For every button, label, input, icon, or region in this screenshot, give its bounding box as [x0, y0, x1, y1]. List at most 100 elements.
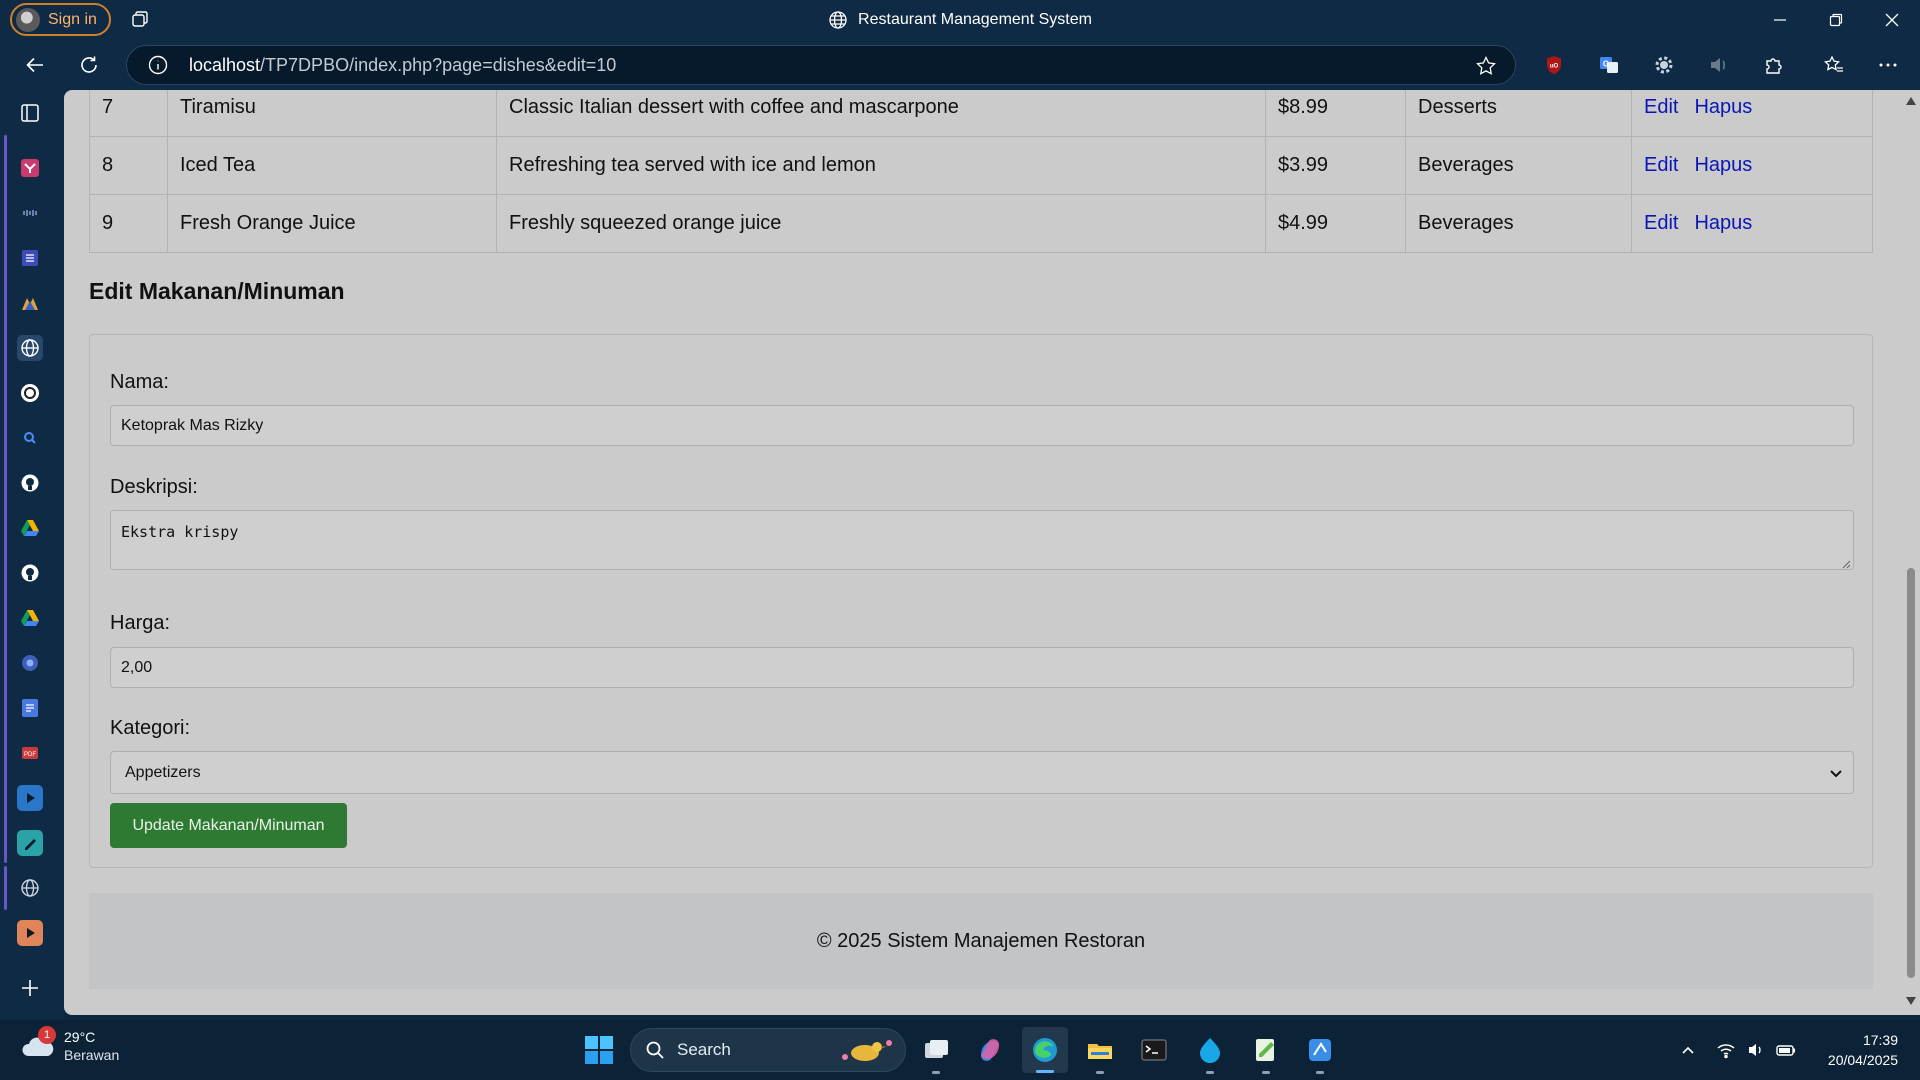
- sidebar-add-button[interactable]: [17, 975, 43, 1001]
- category-selected-value: Appetizers: [125, 763, 201, 781]
- read-aloud-extension-button[interactable]: [1707, 53, 1731, 77]
- sidebar-item-drive[interactable]: [17, 515, 43, 541]
- sidebar-item-chatgpt[interactable]: [17, 380, 43, 406]
- chevron-up-icon[interactable]: [1678, 1040, 1698, 1060]
- name-input[interactable]: [110, 405, 1854, 446]
- svg-text:G: G: [1603, 60, 1609, 69]
- sidebar-item-yahoo[interactable]: [17, 155, 43, 181]
- sidebar-item-drive-2[interactable]: [17, 605, 43, 631]
- arrow-left-icon: [26, 57, 43, 73]
- play-icon: [27, 928, 35, 938]
- puzzle-icon: [1766, 58, 1782, 74]
- scroll-up-arrow-icon[interactable]: [1905, 96, 1917, 106]
- wifi-icon[interactable]: [1716, 1040, 1736, 1060]
- taskbar-notepad[interactable]: [1248, 1032, 1284, 1074]
- dish-category-cell: Beverages: [1405, 194, 1632, 253]
- volume-icon[interactable]: [1746, 1040, 1766, 1060]
- dish-id-cell: 8: [89, 136, 168, 195]
- dish-category-cell: Beverages: [1405, 136, 1632, 195]
- description-textarea[interactable]: Ekstra krispy: [110, 510, 1854, 570]
- weather-widget[interactable]: 1 29°C Berawan: [20, 1026, 120, 1064]
- sidebar-item-search[interactable]: [17, 425, 43, 451]
- taskbar-search[interactable]: Search: [630, 1028, 906, 1072]
- translate-extension-button[interactable]: G: [1597, 53, 1621, 77]
- settings-menu-button[interactable]: [1876, 53, 1900, 77]
- sidebar-item-pdf[interactable]: PDF: [17, 740, 43, 766]
- favorites-button[interactable]: [1822, 53, 1846, 77]
- search-highlight-bird-icon: [842, 1040, 892, 1061]
- gear-icon: [1655, 56, 1673, 74]
- taskbar-app-store[interactable]: [1302, 1032, 1338, 1074]
- minimize-button[interactable]: [1752, 0, 1808, 40]
- svg-text:uO: uO: [1550, 64, 1559, 70]
- delete-link[interactable]: Hapus: [1694, 96, 1752, 118]
- update-dish-button[interactable]: Update Makanan/Minuman: [110, 803, 347, 848]
- window-title-text: Restaurant Management System: [858, 11, 1092, 28]
- refresh-button[interactable]: [72, 48, 106, 82]
- dish-description-cell: Classic Italian dessert with coffee and …: [496, 90, 1266, 137]
- table-row: 7 Tiramisu Classic Italian dessert with …: [89, 90, 1873, 137]
- price-label: Harga:: [110, 612, 171, 634]
- sidebar-item-docs[interactable]: [17, 695, 43, 721]
- footer-copyright: © 2025 Sistem Manajemen Restoran: [816, 929, 1146, 952]
- category-select[interactable]: Appetizers: [110, 751, 1854, 794]
- system-clock[interactable]: 17:39 20/04/2025: [1828, 1030, 1898, 1070]
- delete-link[interactable]: Hapus: [1694, 154, 1752, 176]
- page-scrollbar[interactable]: [1902, 90, 1920, 1015]
- sidebar-item-notes[interactable]: [17, 830, 43, 856]
- sidebar-item-player[interactable]: [17, 920, 43, 946]
- scrollbar-thumb[interactable]: [1907, 568, 1915, 978]
- cloud-icon: 1: [20, 1026, 56, 1064]
- url-host: localhost: [189, 54, 261, 75]
- taskbar-file-explorer[interactable]: [1082, 1032, 1118, 1074]
- taskbar-edge[interactable]: [1022, 1027, 1068, 1073]
- window-title: Restaurant Management System: [0, 0, 1920, 40]
- list-icon: [22, 250, 38, 266]
- edit-link[interactable]: Edit: [1644, 154, 1678, 176]
- back-button[interactable]: [18, 48, 52, 82]
- windows-start-icon[interactable]: [584, 1035, 614, 1065]
- weather-description: Berawan: [64, 1047, 120, 1063]
- delete-link[interactable]: Hapus: [1694, 212, 1752, 234]
- taskbar-terminal[interactable]: [1136, 1032, 1172, 1068]
- page-footer: © 2025 Sistem Manajemen Restoran: [89, 893, 1873, 989]
- close-window-button[interactable]: [1864, 0, 1920, 40]
- edit-link[interactable]: Edit: [1644, 212, 1678, 234]
- sidebar-item-github[interactable]: [17, 470, 43, 496]
- scroll-down-arrow-icon[interactable]: [1905, 996, 1917, 1006]
- sidebar-item-web-active[interactable]: [17, 335, 43, 361]
- play-icon: [27, 793, 35, 803]
- restore-button[interactable]: [1808, 0, 1864, 40]
- price-input[interactable]: [110, 647, 1854, 688]
- sidebar-item-audio[interactable]: [17, 200, 43, 226]
- chevron-down-icon: [1830, 770, 1842, 778]
- pencil-icon: [25, 839, 36, 850]
- favorite-star-icon[interactable]: [1475, 55, 1497, 77]
- sidebar-item-list[interactable]: [17, 245, 43, 271]
- dish-actions-cell: Edit Hapus: [1631, 136, 1873, 195]
- address-bar[interactable]: localhost/TP7DPBO/index.php?page=dishes&…: [126, 45, 1516, 85]
- site-info-icon[interactable]: [147, 54, 169, 76]
- waveform-icon: [23, 210, 37, 216]
- edit-link[interactable]: Edit: [1644, 96, 1678, 118]
- dark-reader-extension-button[interactable]: [1652, 53, 1676, 77]
- browser-title-bar: Sign in Restaurant Management System: [0, 0, 1920, 40]
- weather-temperature: 29°C: [64, 1029, 96, 1045]
- resize-grip-icon[interactable]: [1841, 559, 1851, 569]
- task-view-icon: [925, 1040, 948, 1058]
- sidebar-item-app[interactable]: [17, 650, 43, 676]
- ublock-extension-button[interactable]: uO: [1542, 53, 1566, 77]
- taskbar-copilot[interactable]: [972, 1032, 1008, 1068]
- minimize-icon: [1774, 19, 1786, 21]
- sidebar-tab-actions[interactable]: [17, 100, 43, 126]
- taskbar-app-blue[interactable]: [1192, 1032, 1228, 1074]
- sidebar-item-web-2[interactable]: [17, 875, 43, 901]
- document-icon: [22, 699, 38, 717]
- sidebar-item-collab[interactable]: [17, 290, 43, 316]
- extensions-button[interactable]: [1762, 53, 1786, 77]
- taskbar-task-view[interactable]: [918, 1032, 954, 1074]
- taskbar-search-label: Search: [677, 1040, 731, 1059]
- battery-icon[interactable]: [1776, 1040, 1796, 1060]
- sidebar-item-github-2[interactable]: [17, 560, 43, 586]
- sidebar-item-media[interactable]: [17, 785, 43, 811]
